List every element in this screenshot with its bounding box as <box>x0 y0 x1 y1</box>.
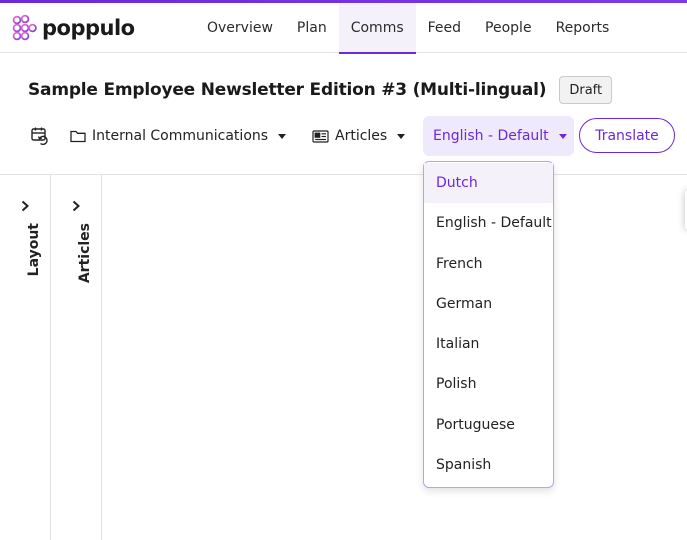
main-nav: Overview Plan Comms Feed People Reports <box>195 3 622 54</box>
chevron-down-icon <box>278 133 287 139</box>
calendar-history-icon <box>31 127 48 146</box>
channel-dropdown[interactable]: Internal Communications <box>70 116 287 156</box>
content-type-label: Articles <box>335 128 388 144</box>
layout-panel-label: Layout <box>26 223 42 277</box>
translate-button[interactable]: Translate <box>579 118 675 153</box>
top-bar: poppulo Overview Plan Comms Feed People … <box>0 3 687 54</box>
brand-name: poppulo <box>42 16 135 40</box>
brand-logo[interactable]: poppulo <box>12 13 135 43</box>
chevron-right-icon <box>21 200 29 212</box>
layout-panel-toggle[interactable]: Layout <box>0 175 51 540</box>
language-option-polish[interactable]: Polish <box>424 364 553 404</box>
content-type-dropdown[interactable]: Articles <box>312 116 406 156</box>
nav-feed[interactable]: Feed <box>416 3 473 53</box>
chevron-right-icon <box>72 200 80 212</box>
articles-panel-label: Articles <box>77 223 93 284</box>
language-option-portuguese[interactable]: Portuguese <box>424 405 553 445</box>
nav-plan[interactable]: Plan <box>285 3 339 53</box>
chevron-down-icon <box>558 133 567 139</box>
history-button[interactable] <box>27 116 53 156</box>
language-dropdown-button[interactable]: English - Default <box>423 116 574 156</box>
language-label: English - Default <box>433 128 549 144</box>
page-title: Sample Employee Newsletter Edition #3 (M… <box>28 80 547 100</box>
language-dropdown-menu: Dutch English - Default French German It… <box>423 161 554 488</box>
poppulo-logo-icon <box>12 14 37 41</box>
language-option-german[interactable]: German <box>424 284 553 324</box>
nav-reports[interactable]: Reports <box>544 3 622 53</box>
language-option-french[interactable]: French <box>424 244 553 284</box>
title-row: Sample Employee Newsletter Edition #3 (M… <box>28 76 613 104</box>
channel-label: Internal Communications <box>92 128 269 144</box>
language-option-spanish[interactable]: Spanish <box>424 445 553 485</box>
editor-toolbar: Internal Communications Articles English… <box>0 116 687 158</box>
folder-icon <box>70 129 86 143</box>
newspaper-icon <box>312 129 329 143</box>
chevron-down-icon <box>397 133 406 139</box>
nav-overview[interactable]: Overview <box>195 3 285 53</box>
language-option-dutch[interactable]: Dutch <box>424 163 553 204</box>
status-badge: Draft <box>559 76 613 104</box>
content-divider <box>0 174 687 175</box>
language-option-italian[interactable]: Italian <box>424 324 553 364</box>
articles-panel-toggle[interactable]: Articles <box>51 175 102 540</box>
nav-comms[interactable]: Comms <box>338 3 416 54</box>
nav-people[interactable]: People <box>473 3 544 53</box>
language-option-english-default[interactable]: English - Default <box>424 203 553 243</box>
